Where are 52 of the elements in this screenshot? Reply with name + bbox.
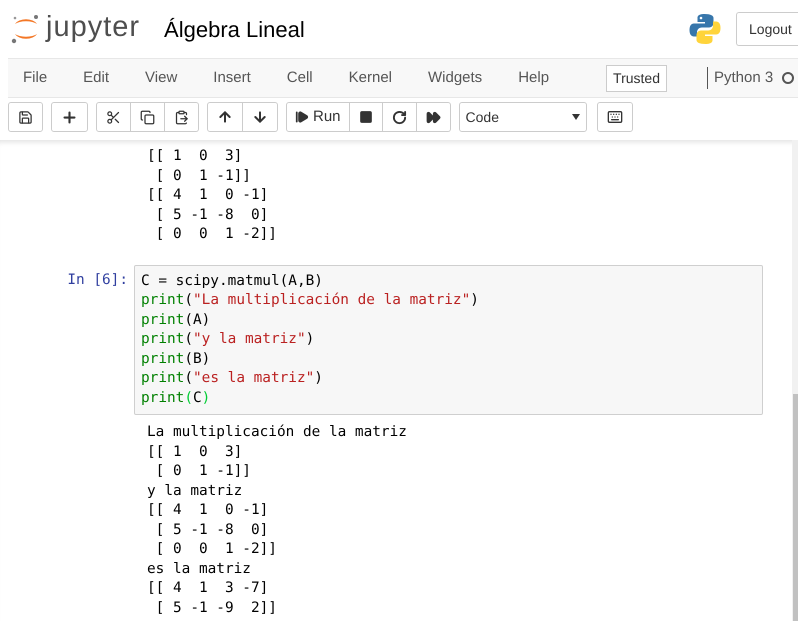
menu-item[interactable]: Edit [68,66,124,90]
trusted-indicator[interactable]: Trusted [606,64,667,92]
restart-icon [392,110,407,124]
insert-cell-button[interactable] [51,102,88,132]
fast-forward-icon [426,110,441,124]
code-line: print(C) [141,388,212,408]
code-line: print(B) [141,350,212,368]
menu-item[interactable]: Cell [272,66,328,90]
clipboard-icon [174,110,189,124]
kernel-status-icon [782,72,794,84]
copy-button[interactable] [131,102,165,132]
input-prompt: In [6]: [66,270,129,290]
save-button[interactable] [8,102,43,132]
cut-button[interactable] [96,102,131,132]
code-line: C = scipy.matmul(A,B) [141,272,324,290]
save-icon [18,110,33,124]
kernel-name: Python 3 [714,68,774,88]
cell-output: La multiplicación de la matriz [[ 1 0 3] [ 0 1 -1]] y la matriz [[ 4 1 0 -1] [ 5 -1 -8 0] [ 0 0 1 -2]] es la matriz [[ 4 1 3 -7] [ 5 -1 -9 2]] [146,423,408,618]
menu-item[interactable]: Widgets [413,66,498,90]
step-forward-icon [295,110,309,124]
notebook-title[interactable]: Álgebra Lineal [164,12,305,46]
fast-forward-button[interactable] [416,102,451,132]
menu-item[interactable]: Help [503,66,564,90]
code-line: print(A) [141,310,212,330]
menu-item[interactable]: View [130,66,192,90]
cell-output: [[ 1 0 3] [ 0 1 -1]] [[ 4 1 0 -1] [ 5 -1 -8 0] [ 0 0 1 -2]] [146,147,278,244]
move-down-button[interactable] [243,102,278,132]
jupyter-logo-text: jupyter [46,12,140,44]
code-editor[interactable]: C = scipy.matmul(A,B) print("La multiplicación de la matriz") print(A) print("y la matriz") print(B) print("es la matriz") print(C) [134,264,763,415]
stop-icon [358,110,373,124]
arrow-down-icon [252,109,268,125]
copy-icon [140,110,155,124]
dropdown-caret-icon [572,114,580,120]
code-line: print("es la matriz") [141,369,324,388]
paste-button[interactable] [165,102,199,132]
move-up-button[interactable] [207,102,243,132]
arrow-up-icon [217,109,233,125]
code-line: print("La multiplicación de la matriz") [141,291,480,310]
scissors-icon [106,110,121,124]
python-logo-icon [688,12,722,46]
cell-type-dropdown[interactable]: Code [458,102,587,132]
keyboard-icon [606,109,623,125]
menu-item[interactable]: Kernel [334,66,407,90]
logout-button[interactable]: Logout [736,12,798,46]
keyboard-button[interactable] [596,102,633,132]
menu-item[interactable]: File [8,66,62,90]
run-button[interactable]: Run [286,102,350,132]
stop-button[interactable] [350,102,383,132]
restart-button[interactable] [382,102,417,132]
code-line: print("y la matriz") [141,330,316,349]
menu-item[interactable]: Insert [198,66,266,90]
plus-icon [61,108,78,126]
